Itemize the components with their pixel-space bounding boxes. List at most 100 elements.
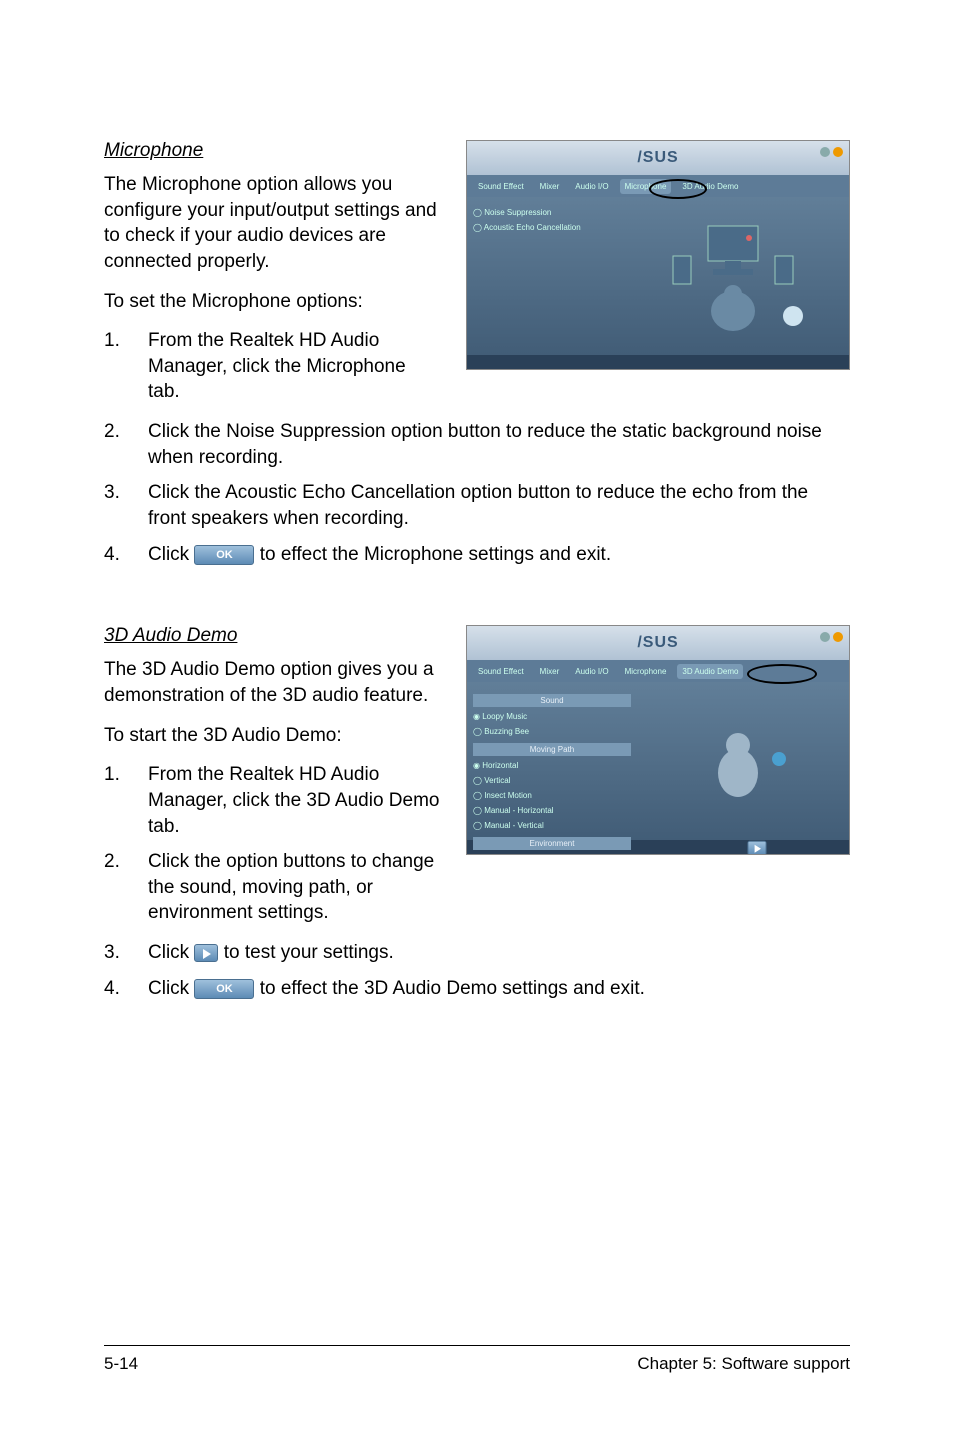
list-item: 1. From the Realtek HD Audio Manager, cl… (104, 328, 442, 405)
demo-heading: 3D Audio Demo (104, 625, 442, 647)
list-item: 1. From the Realtek HD Audio Manager, cl… (104, 762, 442, 839)
asus-logo: /SUS (637, 149, 678, 167)
tab-audio-io: Audio I/O (570, 664, 613, 679)
option-man-v: ◯ Manual - Vertical (473, 818, 631, 833)
option-label: Manual - Vertical (484, 821, 544, 830)
option-label: Buzzing Bee (484, 727, 529, 736)
microphone-lead: To set the Microphone options: (104, 289, 442, 315)
window-controls (820, 147, 843, 157)
screenshot-body: ◯ Noise Suppression ◯ Acoustic Echo Canc… (467, 197, 849, 355)
chapter-label: Chapter 5: Software support (637, 1354, 850, 1374)
step-body: Click OK to effect the 3D Audio Demo set… (148, 976, 850, 1002)
option-label: Noise Suppression (484, 208, 551, 217)
step-number: 1. (104, 328, 148, 405)
list-item: 4. Click OK to effect the Microphone set… (104, 542, 850, 568)
ok-button-inline: OK (194, 545, 254, 565)
option-vert: ◯ Vertical (473, 773, 631, 788)
option-label: Manual - Horizontal (484, 806, 553, 815)
option-loopy: ◉ Loopy Music (473, 709, 631, 724)
speaker-diagram-icon (653, 216, 813, 336)
tab-mixer: Mixer (535, 179, 565, 194)
panel-moving-head: Moving Path (473, 743, 631, 756)
play-button-icon (747, 841, 766, 855)
demo-steps-cont: 3. Click to test your settings. 4. Click… (104, 940, 850, 1001)
option-noise-suppression: ◯ Noise Suppression (473, 205, 611, 220)
tab-audio-io: Audio I/O (570, 179, 613, 194)
step-pre: Click (148, 544, 194, 565)
close-icon (833, 147, 843, 157)
page-number: 5-14 (104, 1354, 138, 1374)
tab-mixer: Mixer (535, 664, 565, 679)
panel-env-head: Environment (473, 837, 631, 850)
step-body: From the Realtek HD Audio Manager, click… (148, 328, 442, 405)
screenshot-body: Sound ◉ Loopy Music ◯ Buzzing Bee Moving… (467, 682, 849, 840)
step-post: to test your settings. (224, 942, 394, 963)
ok-button-inline: OK (194, 979, 254, 999)
microphone-screenshot: /SUS Sound Effect Mixer Audio I/O Microp… (466, 140, 850, 370)
step-pre: Click (148, 978, 194, 999)
option-man-h: ◯ Manual - Horizontal (473, 803, 631, 818)
tab-3d-audio-demo: 3D Audio Demo (677, 664, 743, 679)
screenshot-sidebar: Sound ◉ Loopy Music ◯ Buzzing Bee Moving… (467, 682, 637, 840)
tab-microphone: Microphone (620, 664, 672, 679)
step-body: From the Realtek HD Audio Manager, click… (148, 762, 442, 839)
option-horiz: ◉ Horizontal (473, 758, 631, 773)
tab-sound-effect: Sound Effect (473, 179, 529, 194)
screenshot-sidebar: ◯ Noise Suppression ◯ Acoustic Echo Canc… (467, 197, 617, 355)
step-post: to effect the 3D Audio Demo settings and… (260, 978, 645, 999)
microphone-steps: 1. From the Realtek HD Audio Manager, cl… (104, 328, 442, 405)
asus-logo: /SUS (637, 634, 678, 652)
option-label: Loopy Music (482, 712, 527, 721)
option-label: Acoustic Echo Cancellation (484, 223, 581, 232)
microphone-text-col: Microphone The Microphone option allows … (104, 140, 442, 415)
step-body: Click the Acoustic Echo Cancellation opt… (148, 480, 850, 531)
list-item: 3. Click to test your settings. (104, 940, 850, 966)
step-number: 3. (104, 940, 148, 966)
option-bee: ◯ Buzzing Bee (473, 724, 631, 739)
demo-steps: 1. From the Realtek HD Audio Manager, cl… (104, 762, 442, 926)
step-body: Click the Noise Suppression option butto… (148, 419, 850, 470)
demo-screenshot-col: /SUS Sound Effect Mixer Audio I/O Microp… (466, 625, 850, 855)
window-controls (820, 632, 843, 642)
head-bee-icon (683, 701, 803, 821)
highlight-ellipse (649, 179, 707, 199)
step-body: Click OK to effect the Microphone settin… (148, 542, 850, 568)
option-label: Horizontal (482, 761, 518, 770)
page-footer: 5-14 Chapter 5: Software support (104, 1345, 850, 1374)
screenshot-header: /SUS (467, 141, 849, 175)
step-number: 3. (104, 480, 148, 531)
panel-sound-head: Sound (473, 694, 631, 707)
demo-lead: To start the 3D Audio Demo: (104, 723, 442, 749)
demo-intro: The 3D Audio Demo option gives you a dem… (104, 657, 442, 708)
microphone-section-row: Microphone The Microphone option allows … (104, 140, 850, 415)
microphone-intro: The Microphone option allows you configu… (104, 172, 442, 275)
microphone-screenshot-col: /SUS Sound Effect Mixer Audio I/O Microp… (466, 140, 850, 370)
step-pre: Click (148, 942, 194, 963)
screenshot-main (617, 197, 849, 355)
microphone-steps-cont: 2. Click the Noise Suppression option bu… (104, 419, 850, 567)
screenshot-main (637, 682, 849, 840)
screenshot-header: /SUS (467, 626, 849, 660)
screenshot-footer (467, 355, 849, 370)
step-number: 2. (104, 419, 148, 470)
step-body: Click to test your settings. (148, 940, 850, 966)
minimize-icon (820, 147, 830, 157)
close-icon (833, 632, 843, 642)
option-insect: ◯ Insect Motion (473, 788, 631, 803)
list-item: 2. Click the Noise Suppression option bu… (104, 419, 850, 470)
list-item: 4. Click OK to effect the 3D Audio Demo … (104, 976, 850, 1002)
step-post: to effect the Microphone settings and ex… (260, 544, 611, 565)
demo-screenshot: /SUS Sound Effect Mixer Audio I/O Microp… (466, 625, 850, 855)
step-number: 4. (104, 976, 148, 1002)
step-number: 2. (104, 849, 148, 926)
step-number: 4. (104, 542, 148, 568)
demo-section-row: 3D Audio Demo The 3D Audio Demo option g… (104, 625, 850, 936)
minimize-icon (820, 632, 830, 642)
play-button-inline (194, 944, 218, 962)
option-echo-cancel: ◯ Acoustic Echo Cancellation (473, 220, 611, 235)
list-item: 2. Click the option buttons to change th… (104, 849, 442, 926)
tab-sound-effect: Sound Effect (473, 664, 529, 679)
step-number: 1. (104, 762, 148, 839)
list-item: 3. Click the Acoustic Echo Cancellation … (104, 480, 850, 531)
step-body: Click the option buttons to change the s… (148, 849, 442, 926)
